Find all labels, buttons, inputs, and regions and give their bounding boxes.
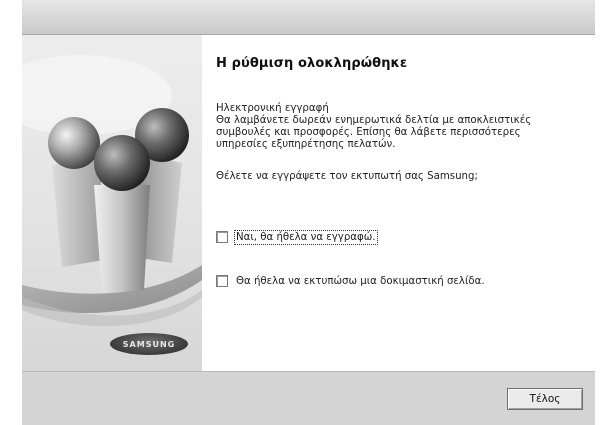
register-option-label[interactable]: Ναι, θα ήθελα να εγγραφώ. [234, 229, 378, 245]
info-line: συμβουλές και προσφορές. Επίσης θα λάβετ… [216, 127, 521, 138]
info-line: υπηρεσίες εξυπηρέτησης πελατών. [216, 139, 396, 150]
title-bar[interactable] [22, 0, 595, 35]
registration-info: Ηλεκτρονική εγγραφή Θα λαμβάνετε δωρεάν … [216, 103, 586, 151]
test-page-checkbox[interactable] [216, 275, 228, 287]
test-page-option[interactable]: Θα ήθελα να εκτυπώσω μια δοκιμαστική σελ… [216, 275, 485, 287]
info-line: Θα λαμβάνετε δωρεάν ενημερωτικά δελτία μ… [216, 115, 532, 126]
samsung-logo: SAMSUNG [110, 333, 188, 355]
info-line: Ηλεκτρονική εγγραφή [216, 103, 329, 114]
content-panel: Η ρύθμιση ολοκληρώθηκε Ηλεκτρονική εγγρα… [202, 35, 595, 371]
illustration-panel: SAMSUNG [22, 35, 202, 371]
finish-button[interactable]: Τέλος [507, 388, 583, 410]
users-illustration [22, 55, 202, 327]
figure-head-left [48, 117, 100, 169]
test-page-option-label[interactable]: Θα ήθελα να εκτυπώσω μια δοκιμαστική σελ… [236, 276, 485, 287]
button-bar: Τέλος [22, 371, 595, 425]
setup-dialog-window: SAMSUNG Η ρύθμιση ολοκληρώθηκε Ηλεκτρονι… [22, 0, 595, 425]
register-option[interactable]: Ναι, θα ήθελα να εγγραφώ. [216, 229, 378, 245]
register-checkbox[interactable] [216, 231, 228, 243]
dialog-heading: Η ρύθμιση ολοκληρώθηκε [216, 56, 408, 71]
figure-head-center [94, 135, 150, 191]
registration-question: Θέλετε να εγγράψετε τον εκτυπωτή σας Sam… [216, 171, 478, 182]
